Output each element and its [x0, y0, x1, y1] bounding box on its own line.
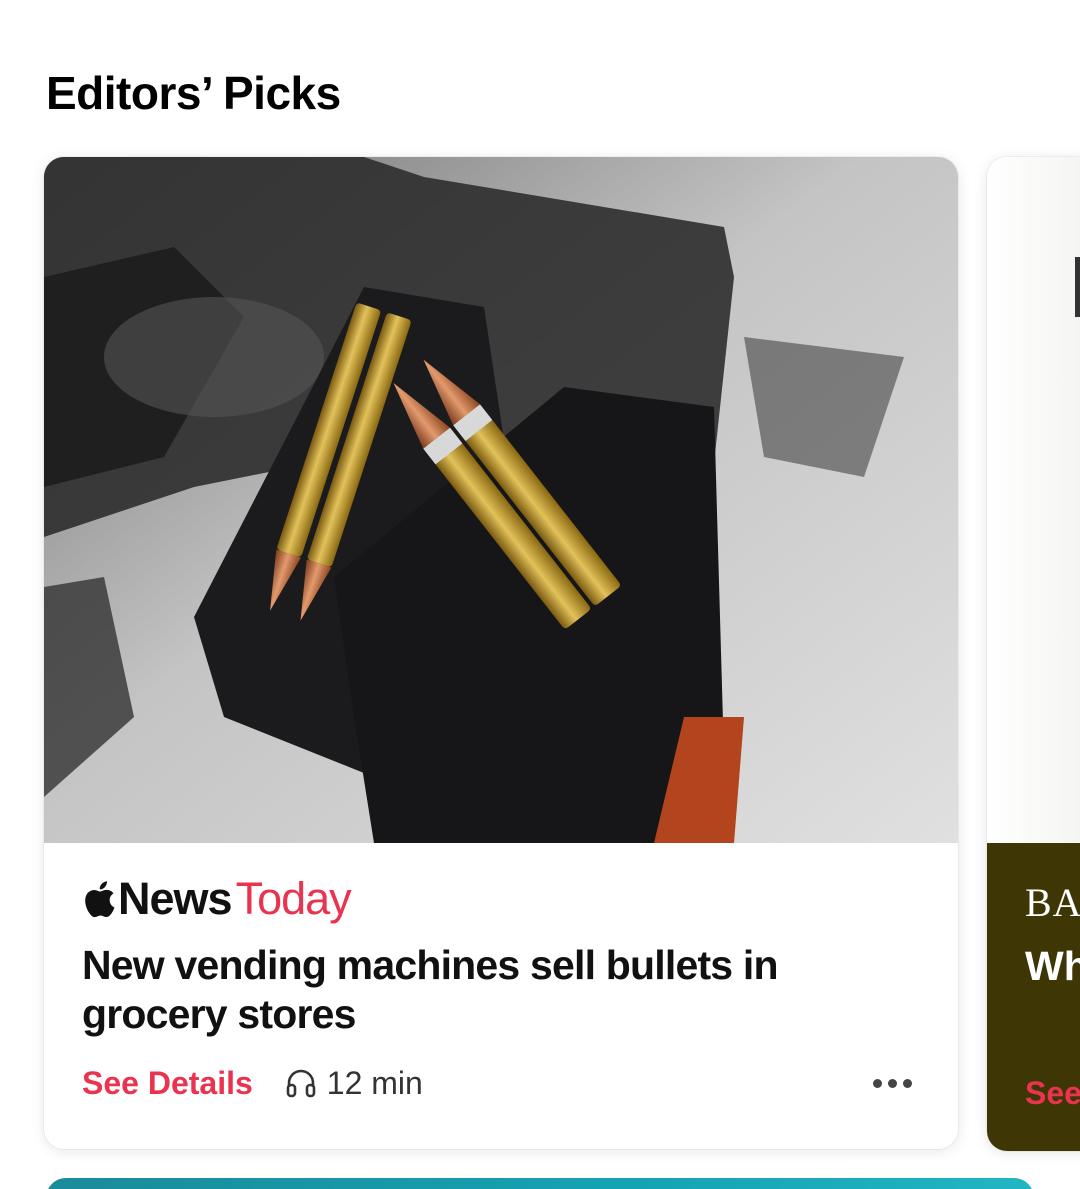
audio-duration: 12 min — [326, 1064, 423, 1101]
brand-today: Today — [235, 873, 352, 924]
apple-logo-icon — [85, 881, 115, 918]
next-story-card[interactable]: BAZ Wh See — [987, 157, 1080, 1151]
ellipsis-dot — [887, 1078, 897, 1088]
see-details-button[interactable]: See Details — [82, 1065, 253, 1102]
brand-news: News — [118, 873, 233, 924]
story-headline[interactable]: New vending machines sell bullets in gro… — [82, 941, 842, 1039]
headphones-icon — [286, 1069, 316, 1098]
story-photo — [44, 157, 958, 843]
image-detail — [1075, 257, 1080, 317]
editors-picks-screen: Editors’ Picks News Today New vending ma… — [0, 0, 1080, 1189]
next-story-details: BAZ Wh See — [987, 843, 1080, 1151]
section-title: Editors’ Picks — [46, 67, 341, 119]
ellipsis-icon — [872, 1078, 882, 1088]
story-actions: See Details 12 min — [82, 1061, 922, 1105]
news-today-brand: News Today — [82, 873, 352, 925]
feature-story-card[interactable]: News Today New vending machines sell bul… — [44, 157, 958, 1149]
next-see-details-button[interactable]: See — [1025, 1075, 1080, 1112]
ellipsis-dot — [902, 1078, 912, 1088]
story-details: News Today New vending machines sell bul… — [44, 843, 958, 1149]
more-options-button[interactable] — [862, 1063, 922, 1103]
next-story-brand: BAZ — [1025, 880, 1080, 925]
listen-duration[interactable]: 12 min — [285, 1065, 423, 1102]
next-story-image — [987, 157, 1080, 843]
story-image[interactable] — [44, 157, 958, 843]
next-story-headline: Wh — [1025, 943, 1080, 989]
next-section-card[interactable] — [46, 1178, 1034, 1189]
